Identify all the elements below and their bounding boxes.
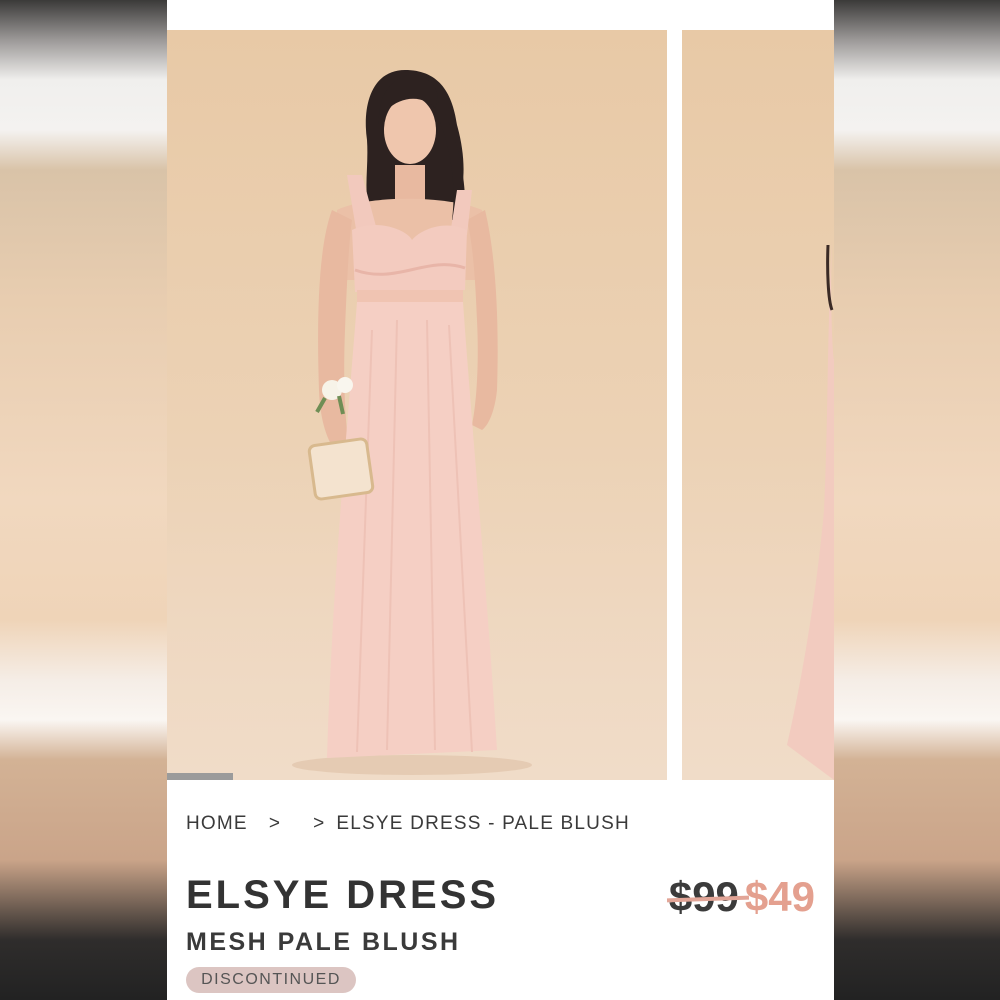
breadcrumb: HOME > > ELSYE DRESS - PALE BLUSH <box>186 812 630 836</box>
background-blur-left <box>0 0 167 1000</box>
breadcrumb-home-link[interactable]: HOME <box>186 813 248 835</box>
product-price: $99 $49 <box>669 873 815 921</box>
model-side-illustration <box>787 240 834 780</box>
carousel-progress-indicator <box>167 773 233 780</box>
product-page: HOME > > ELSYE DRESS - PALE BLUSH ELSYE … <box>167 0 834 1000</box>
original-price: $99 <box>668 873 739 920</box>
sale-price: $49 <box>744 873 815 920</box>
product-title: ELSYE DRESS <box>186 873 500 917</box>
model-photo-illustration <box>292 70 532 775</box>
breadcrumb-current: ELSYE DRESS - PALE BLUSH <box>336 813 630 834</box>
product-variant: MESH PALE BLUSH <box>186 928 461 956</box>
chevron-right-icon: > <box>268 813 282 834</box>
background-blur-right <box>834 0 1000 1000</box>
product-image-next[interactable] <box>682 30 834 780</box>
status-badge: DISCONTINUED <box>186 967 356 993</box>
product-image-main[interactable] <box>167 30 667 780</box>
product-image-carousel[interactable] <box>167 30 834 780</box>
chevron-right-icon: > <box>313 813 326 834</box>
